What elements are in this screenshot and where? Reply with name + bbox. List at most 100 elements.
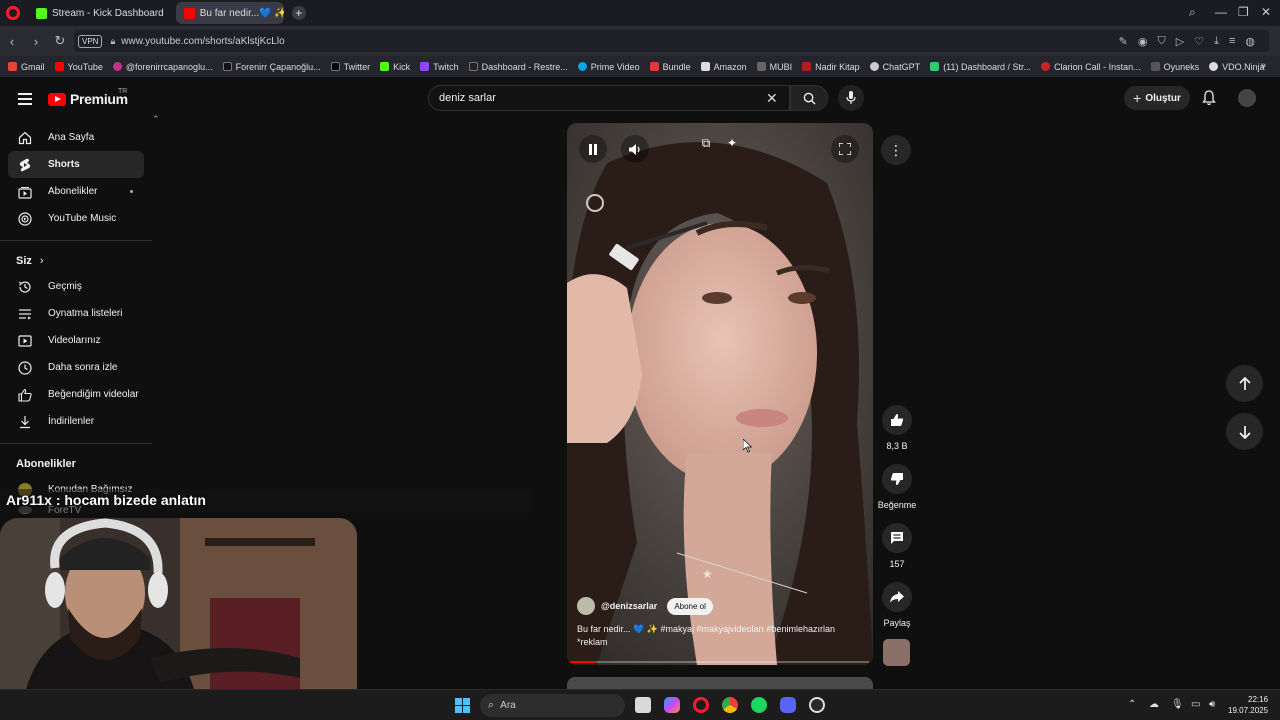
bookmark-twitch[interactable]: Twitch (420, 62, 459, 72)
youtube-premium-logo[interactable]: Premium (48, 91, 128, 107)
edit-icon[interactable]: ✎ (1119, 35, 1128, 48)
sidebar-item-shorts[interactable]: Shorts (8, 151, 144, 178)
menu-icon[interactable]: ≡ (1229, 35, 1235, 48)
windows-start-icon[interactable] (455, 698, 470, 713)
url-text[interactable]: www.youtube.com/shorts/aKlstjKcLlo (121, 36, 284, 47)
sidebar-item-your-videos[interactable]: Videolarınız (0, 327, 160, 354)
channel-handle[interactable]: @denizsarlar (601, 601, 657, 611)
bookmark-nadir-kitap[interactable]: Nadir Kitap (802, 62, 860, 72)
miniplayer-button[interactable]: ⧉ (692, 129, 720, 157)
bookmark-youtube[interactable]: YouTube (54, 62, 103, 72)
camera-icon[interactable]: ◉ (1138, 35, 1148, 48)
clear-search-icon[interactable]: ✕ (766, 90, 778, 107)
speaker-icon[interactable]: 🔊︎ (1209, 699, 1215, 710)
windows-taskbar: ⌕ Ara ⌃ ☁ 🎙︎ ▭ 🔊︎ 22:16 19.07.2025 (0, 689, 1280, 720)
new-tab-button[interactable]: + (291, 6, 306, 20)
more-options-button[interactable]: ⋮ (881, 135, 911, 165)
sidebar-item-youtube-music[interactable]: YouTube Music (0, 205, 160, 232)
play-icon[interactable]: ▷ (1176, 35, 1184, 48)
bookmark-prime-video[interactable]: Prime Video (577, 62, 640, 72)
bookmark-amazon[interactable]: Amazon (700, 62, 747, 72)
bookmark-bundle[interactable]: Bundle (649, 62, 691, 72)
chrome-icon[interactable] (722, 697, 738, 713)
account-avatar[interactable] (1238, 89, 1256, 107)
reload-icon[interactable]: ↻ (48, 33, 72, 49)
volume-button[interactable] (621, 135, 649, 163)
notifications-bell-icon[interactable] (1202, 90, 1216, 106)
search-tabs-icon[interactable]: ⌕ (1189, 5, 1196, 20)
comments-button[interactable] (882, 523, 912, 553)
back-icon[interactable]: ‹ (0, 34, 24, 49)
taskbar-search-input[interactable]: ⌕ Ara (480, 694, 625, 717)
shield-icon[interactable]: ⛉ (1158, 35, 1166, 48)
spotify-icon[interactable] (751, 697, 767, 713)
tab-youtube-short[interactable]: Bu far nedir...💙 ✨ #... (175, 2, 284, 24)
maximize-icon[interactable]: ❐ (1238, 5, 1249, 19)
pause-button[interactable] (579, 135, 607, 163)
bookmark-instagram[interactable]: @forenirrcapanoglu... (112, 62, 213, 72)
heart-icon[interactable]: ♡ (1194, 35, 1204, 48)
channel-avatar[interactable] (577, 597, 595, 615)
youtube-logo-icon (48, 92, 66, 106)
bookmark-restream[interactable]: Dashboard - Restre... (468, 62, 568, 72)
tray-overflow-icon[interactable]: ⌃ (1128, 699, 1136, 710)
fullscreen-button[interactable] (831, 135, 859, 163)
cloud-icon[interactable]: ☁ (1149, 699, 1159, 710)
ai-sparkle-button[interactable]: ✦ (718, 129, 746, 157)
sidebar-item-playlists[interactable]: Oynatma listeleri (0, 300, 160, 327)
search-value: deniz sarlar (439, 92, 496, 104)
sidebar-item-home[interactable]: Ana Sayfa (0, 124, 160, 151)
voice-search-button[interactable] (838, 85, 864, 111)
vpn-badge[interactable]: VPN (78, 34, 103, 48)
dislike-button[interactable] (882, 464, 912, 494)
sound-thumbnail[interactable] (883, 639, 910, 666)
bookmark-vdo-ninja[interactable]: VDO.Ninja (1209, 62, 1265, 72)
sidebar-item-downloads[interactable]: İndirilenler (0, 408, 160, 435)
search-placeholder: Ara (500, 700, 516, 711)
sidebar-item-history[interactable]: Geçmiş (0, 273, 160, 300)
bookmarks-overflow-icon[interactable]: » (1260, 60, 1266, 71)
sidebar-item-subscriptions[interactable]: Abonelikler (0, 178, 160, 205)
microphone-tray-icon[interactable]: 🎙︎ (1171, 699, 1184, 710)
lock-icon[interactable]: 🔒︎ (110, 36, 115, 47)
display-icon[interactable]: ▭ (1191, 699, 1200, 710)
sidebar-you-header[interactable]: Siz › (0, 249, 160, 273)
profile-icon[interactable]: ◍ (1245, 35, 1255, 48)
menu-icon[interactable] (18, 93, 32, 108)
opera-icon[interactable] (693, 697, 709, 713)
short-description[interactable]: Bu far nedir... 💙 ✨ #makyaj #makyajvideo… (577, 623, 865, 649)
shorts-player[interactable]: ★ ⧉ ✦ @denizsarlar Abone ol Bu far nedir… (567, 123, 873, 665)
bookmark-mubi[interactable]: MUBI (756, 62, 792, 72)
forward-icon[interactable]: › (24, 34, 48, 49)
bookmark-kick[interactable]: Kick (380, 62, 410, 72)
taskbar-clock[interactable]: 22:16 19.07.2025 (1228, 694, 1268, 716)
share-button[interactable] (882, 582, 912, 612)
url-field[interactable]: VPN 🔒︎ www.youtube.com/shorts/aKlstjKcLl… (74, 30, 1269, 52)
bookmark-clarion-call[interactable]: Clarion Call - Instan... (1041, 62, 1141, 72)
search-input[interactable]: deniz sarlar (428, 85, 790, 111)
close-icon[interactable]: ✕ (1261, 5, 1271, 19)
bookmark-dashboard[interactable]: (11) Dashboard / Str... (930, 62, 1031, 72)
sidebar-item-liked-videos[interactable]: Beğendiğim videolar (0, 381, 160, 408)
bookmark-gmail[interactable]: Gmail (8, 62, 45, 72)
previous-short-button[interactable] (1226, 365, 1263, 402)
bookmark-twitter[interactable]: Twitter (330, 62, 370, 72)
next-short-button[interactable] (1226, 413, 1263, 450)
bookmark-chatgpt[interactable]: ChatGPT (869, 62, 920, 72)
create-button[interactable]: + Oluştur (1124, 86, 1190, 110)
tab-kick-dashboard[interactable]: Stream - Kick Dashboard (28, 2, 172, 24)
search-button[interactable] (790, 85, 828, 111)
discord-icon[interactable] (780, 697, 796, 713)
download-icon[interactable]: ⤓ (1214, 35, 1219, 48)
copilot-icon[interactable] (664, 697, 680, 713)
minimize-icon[interactable]: — (1215, 5, 1227, 19)
file-explorer-icon[interactable] (635, 697, 651, 713)
bookmark-oyuneks[interactable]: Oyuneks (1150, 62, 1199, 72)
progress-bar[interactable] (569, 661, 869, 663)
subscribe-button[interactable]: Abone ol (667, 597, 713, 615)
obs-icon[interactable] (809, 697, 825, 713)
bookmark-tiktok[interactable]: Forenirr Çapanoğlu... (222, 62, 321, 72)
like-button[interactable] (882, 405, 912, 435)
opera-logo-icon[interactable] (6, 6, 20, 20)
sidebar-item-watch-later[interactable]: Daha sonra izle (0, 354, 160, 381)
